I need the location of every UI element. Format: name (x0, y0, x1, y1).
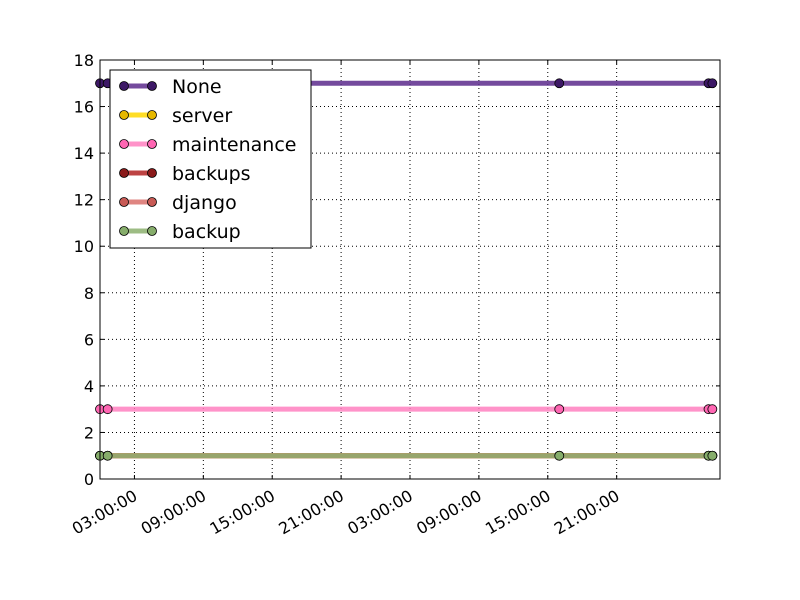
legend: None server maintenance backups django backup (109, 69, 312, 249)
series-maintenance (95, 404, 718, 415)
legend-swatch-marker (119, 226, 129, 236)
legend-label: backups (172, 163, 251, 185)
line-chart: 02468101214161803:00:0009:00:0015:00:002… (69, 51, 721, 538)
legend-swatch-marker (147, 226, 157, 236)
legend-swatch-marker (119, 110, 129, 120)
x-tick-label: 15:00:00 (206, 486, 278, 538)
legend-label: backup (172, 221, 241, 243)
legend-swatch-marker (119, 168, 129, 178)
data-point-None (554, 78, 565, 89)
series-backup (95, 450, 718, 461)
x-tick-label: 21:00:00 (275, 486, 347, 538)
x-tick-label: 03:00:00 (344, 486, 416, 538)
legend-swatch-marker (119, 139, 129, 149)
y-tick-label: 6 (84, 330, 94, 349)
data-point-backup (102, 450, 113, 461)
data-point-backup (707, 450, 718, 461)
data-point-None (707, 78, 718, 89)
y-tick-label: 12 (74, 191, 94, 210)
y-tick-label: 2 (84, 423, 94, 442)
x-tick-label: 09:00:00 (138, 486, 210, 538)
y-tick-label: 16 (74, 98, 94, 117)
legend-label: maintenance (172, 134, 296, 156)
data-point-maintenance (102, 404, 113, 415)
y-tick-label: 8 (84, 284, 94, 303)
legend-label: server (172, 105, 232, 127)
x-tick-label: 03:00:00 (69, 486, 141, 538)
data-point-backup (554, 450, 565, 461)
legend-label: django (172, 192, 237, 214)
legend-swatch-marker (147, 81, 157, 91)
legend-swatch-marker (147, 168, 157, 178)
data-point-maintenance (554, 404, 565, 415)
x-tick-label: 15:00:00 (482, 486, 554, 538)
y-tick-label: 18 (74, 51, 94, 70)
legend-swatch-marker (147, 139, 157, 149)
x-tick-label: 09:00:00 (413, 486, 485, 538)
x-tick-label: 21:00:00 (551, 486, 623, 538)
legend-swatch-marker (147, 197, 157, 207)
y-tick-label: 14 (74, 144, 94, 163)
y-tick-label: 10 (74, 237, 94, 256)
legend-label: None (172, 76, 222, 98)
legend-swatch-marker (119, 197, 129, 207)
y-tick-label: 4 (84, 377, 94, 396)
data-point-maintenance (707, 404, 718, 415)
legend-swatch-marker (147, 110, 157, 120)
y-tick-label: 0 (84, 470, 94, 489)
legend-swatch-marker (119, 81, 129, 91)
